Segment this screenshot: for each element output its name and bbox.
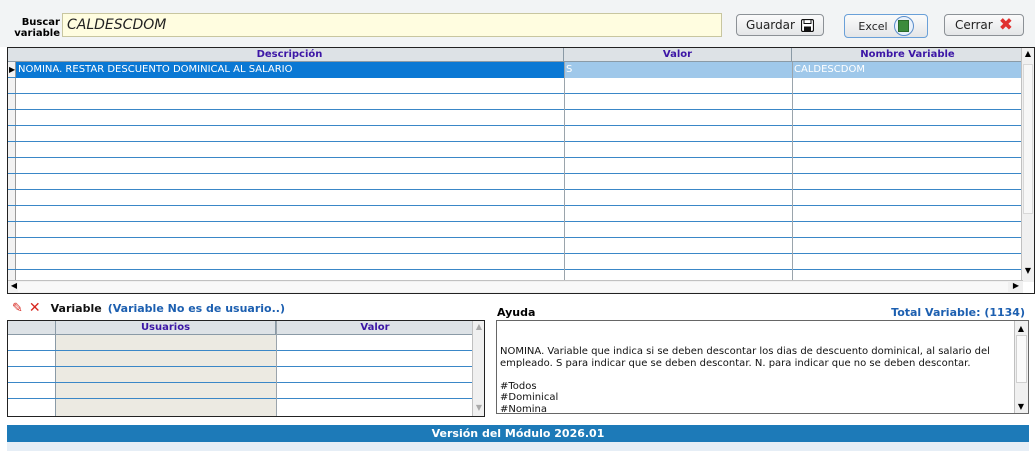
excel-button[interactable]: Excel [844, 14, 928, 38]
column-header-descripcion[interactable]: Descripción [16, 48, 564, 62]
column-header-usuarios[interactable]: Usuarios [56, 321, 276, 335]
grid-vertical-scrollbar[interactable]: ▲ ▼ [1021, 48, 1034, 282]
users-grid[interactable]: Usuarios Valor ▲ ▼ [7, 320, 485, 417]
corner-header [8, 321, 56, 335]
delete-x-icon[interactable]: ✕ [29, 300, 41, 316]
variables-grid[interactable]: Descripción Valor Nombre Variable ▶ NOMI… [7, 47, 1035, 294]
edit-pencil-icon[interactable]: ✎ [12, 301, 23, 316]
ayuda-label: Ayuda [497, 306, 536, 319]
users-vertical-scrollbar[interactable]: ▲ ▼ [472, 321, 484, 416]
variable-label: Variable [50, 301, 102, 315]
scroll-right-arrow-icon[interactable]: ▶ [1010, 281, 1022, 290]
cell-descripcion[interactable]: NOMINA. RESTAR DESCUENTO DOMINICAL AL SA… [16, 62, 564, 78]
scroll-thumb[interactable] [1016, 335, 1027, 383]
table-row[interactable] [8, 158, 1023, 174]
excel-icon [893, 16, 914, 36]
table-row[interactable] [8, 206, 1023, 222]
scroll-down-arrow-icon[interactable]: ▼ [1022, 266, 1034, 275]
table-row[interactable] [8, 126, 1023, 142]
help-textarea[interactable]: NOMINA. Variable que indica si se deben … [496, 320, 1029, 414]
table-row[interactable] [8, 190, 1023, 206]
column-divider [564, 62, 565, 282]
grid-horizontal-scrollbar[interactable]: ◀ ▶ [8, 280, 1023, 293]
search-input[interactable]: CALDESCDOM [62, 13, 722, 37]
close-x-icon: ✖ [998, 14, 1013, 35]
grid-header: Descripción Valor Nombre Variable [8, 48, 1023, 62]
table-row[interactable] [8, 174, 1023, 190]
search-label-line2: variable [14, 28, 60, 39]
footer-strip [7, 442, 1029, 451]
table-row[interactable] [8, 110, 1023, 126]
version-footer: Versión del Módulo 2026.01 [7, 425, 1029, 442]
scroll-down-arrow-icon[interactable]: ▼ [1015, 401, 1027, 413]
variable-note: (Variable No es de usuario..) [107, 301, 285, 315]
scroll-up-arrow-icon[interactable]: ▲ [1022, 49, 1034, 58]
save-button[interactable]: Guardar [736, 14, 824, 36]
cell-valor[interactable]: S [564, 62, 792, 78]
table-row[interactable] [8, 254, 1023, 270]
close-button-label: Cerrar [955, 18, 993, 32]
table-row[interactable] [8, 383, 474, 399]
table-row[interactable] [8, 238, 1023, 254]
scroll-up-arrow-icon[interactable]: ▲ [1015, 323, 1027, 335]
save-button-label: Guardar [746, 18, 795, 32]
column-header-valor[interactable]: Valor [564, 48, 792, 62]
table-row[interactable] [8, 94, 1023, 110]
excel-button-label: Excel [858, 19, 888, 33]
column-divider [792, 62, 793, 282]
table-row[interactable] [8, 351, 474, 367]
scroll-up-arrow-icon[interactable]: ▲ [473, 322, 484, 331]
search-label: Buscar variable [14, 17, 60, 39]
search-label-line1: Buscar [21, 17, 60, 28]
row-selector-arrow-icon: ▶ [9, 65, 16, 74]
cell-nombre-variable[interactable]: CALDESCDOM [792, 62, 1023, 78]
table-row[interactable] [8, 335, 474, 351]
column-divider [276, 321, 277, 416]
column-header-nombre-variable[interactable]: Nombre Variable [792, 48, 1023, 62]
variable-panel-title: ✎ ✕ Variable (Variable No es de usuario.… [12, 300, 285, 316]
table-row[interactable] [8, 367, 474, 383]
column-header-valor[interactable]: Valor [276, 321, 474, 335]
close-button[interactable]: Cerrar ✖ [944, 14, 1024, 36]
help-text: NOMINA. Variable que indica si se deben … [500, 346, 990, 414]
scroll-thumb[interactable] [18, 282, 1008, 292]
total-variable-count: Total Variable: (1134) [891, 306, 1025, 319]
table-row[interactable] [8, 222, 1023, 238]
floppy-disk-icon [800, 18, 814, 32]
toolbar: Buscar variable CALDESCDOM Guardar Excel… [0, 0, 1035, 47]
table-row[interactable]: ▶ NOMINA. RESTAR DESCUENTO DOMINICAL AL … [8, 62, 1023, 78]
help-vertical-scrollbar[interactable]: ▲ ▼ [1014, 321, 1028, 413]
scroll-thumb[interactable] [1023, 64, 1033, 214]
table-row[interactable] [8, 142, 1023, 158]
scroll-down-arrow-icon[interactable]: ▼ [473, 403, 484, 412]
table-row[interactable] [8, 78, 1023, 94]
